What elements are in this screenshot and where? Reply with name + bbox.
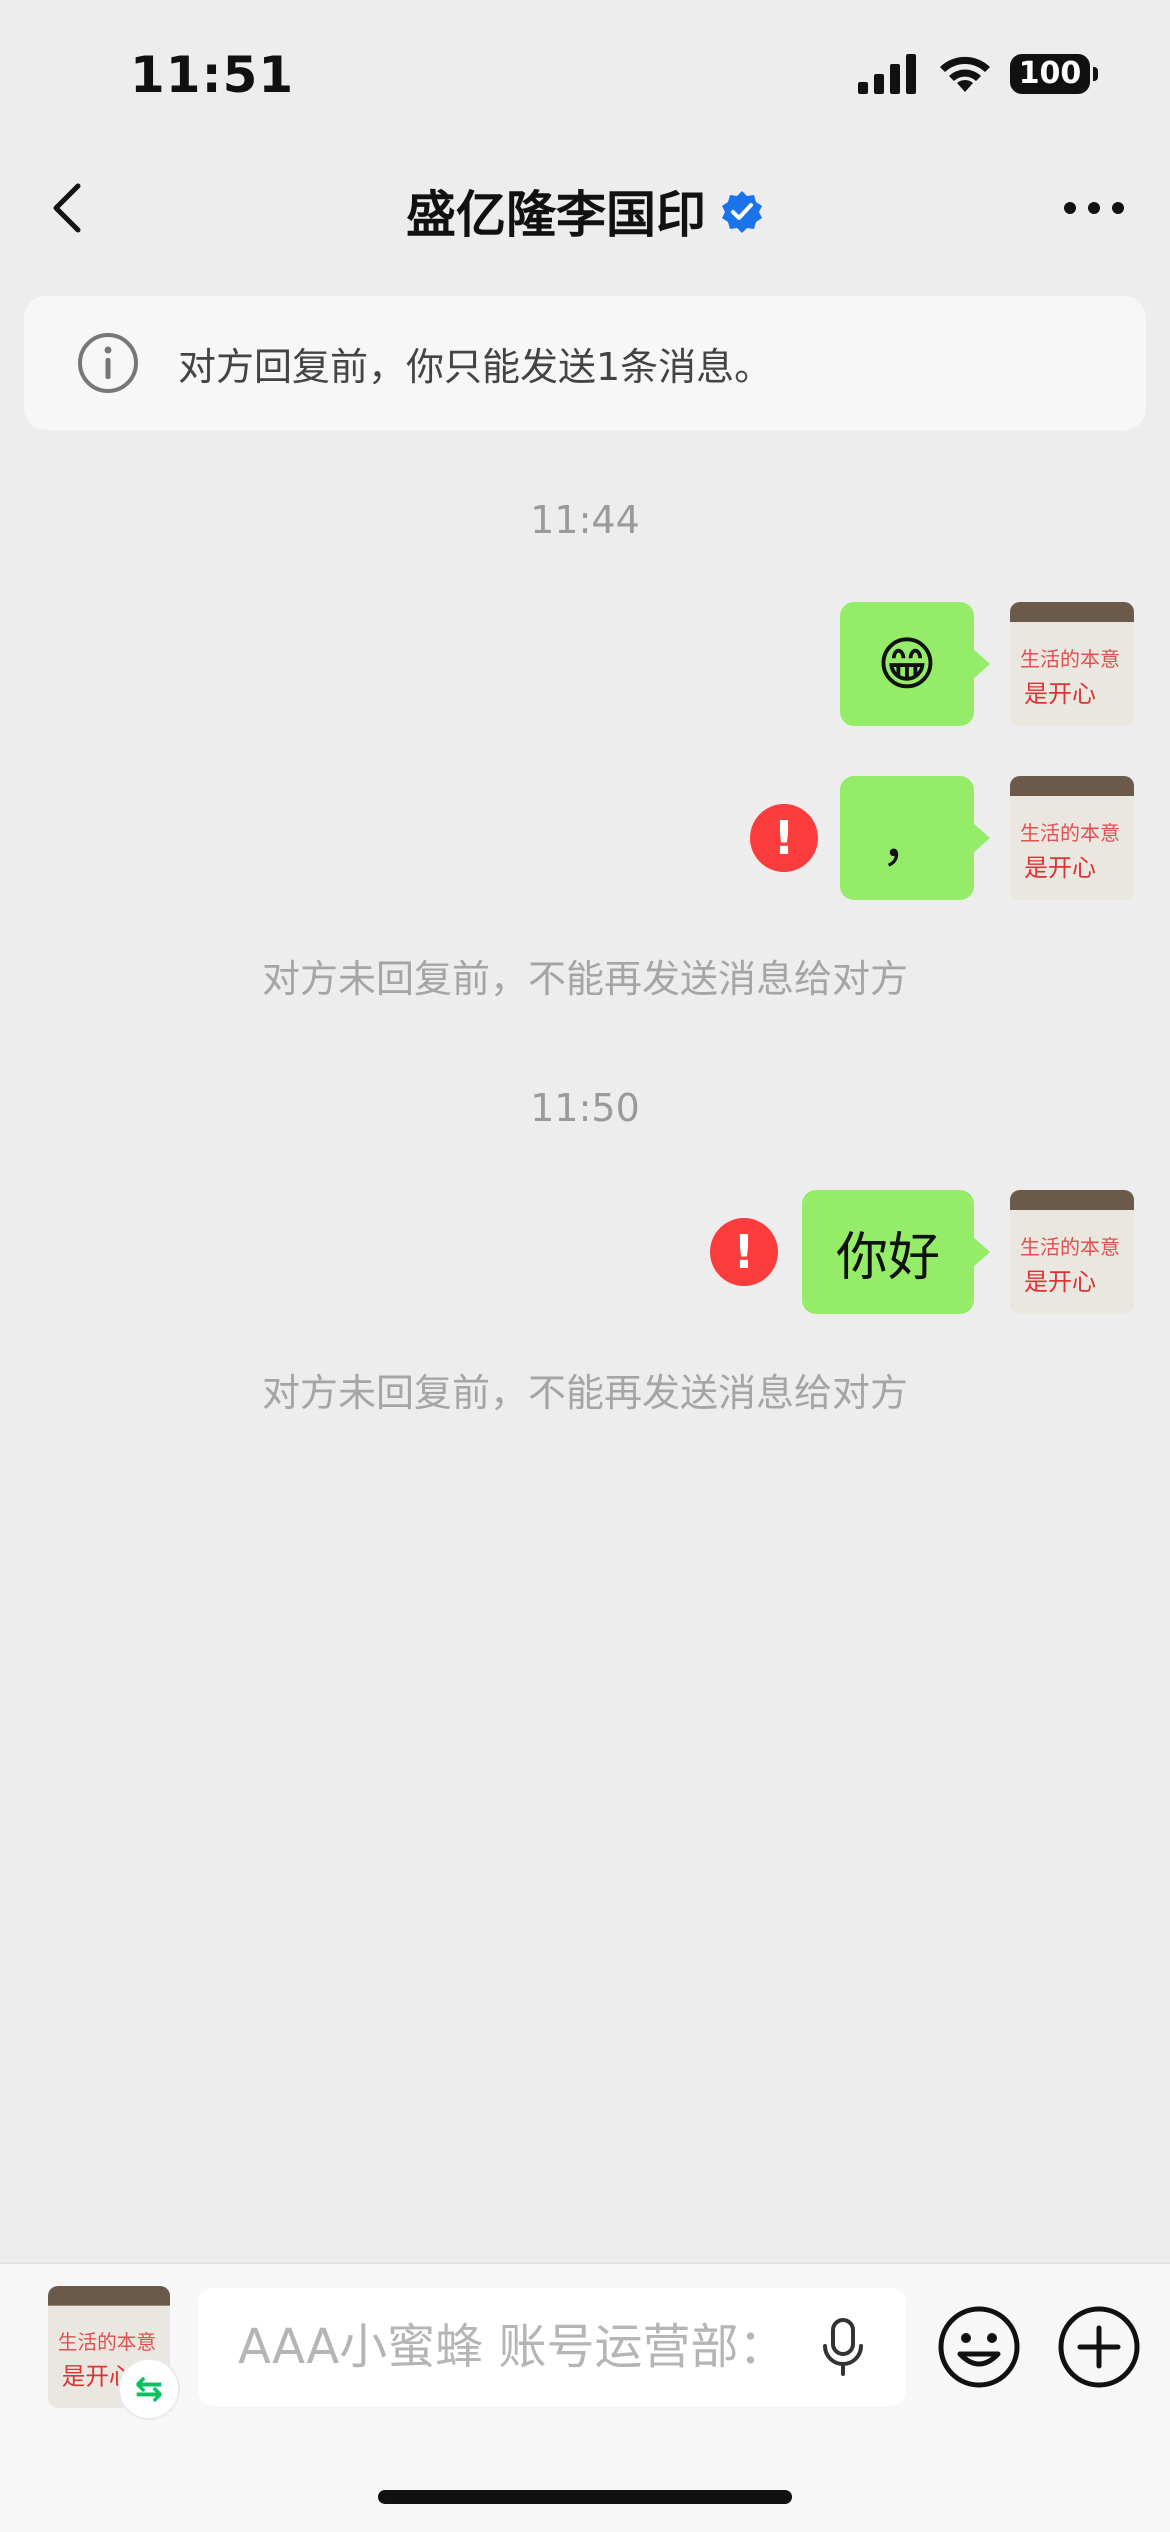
home-indicator[interactable] [378, 2490, 792, 2504]
emoji-icon[interactable] [936, 2304, 1022, 2390]
chat-title-group[interactable]: 盛亿隆李国印 [0, 175, 1170, 247]
avatar-image: 生活的本意 是开心 [1010, 776, 1134, 900]
my-avatar[interactable]: 生活的本意 是开心 [1010, 1190, 1134, 1314]
switch-glyph: ⇆ [134, 2369, 164, 2409]
signal-icon [858, 54, 916, 94]
svg-text:是开心: 是开心 [1024, 1268, 1096, 1296]
chat-nav-bar: 盛亿隆李国印 [0, 160, 1170, 250]
system-notice: 对方未回复前，不能再发送消息给对方 [261, 957, 908, 1001]
send-failed-icon[interactable]: ! [710, 1218, 778, 1286]
add-icon[interactable] [1056, 2304, 1142, 2390]
switch-account-icon[interactable]: ⇆ [120, 2360, 178, 2418]
more-options-icon[interactable] [1058, 178, 1130, 238]
battery-indicator: 100 [1010, 54, 1098, 94]
status-time: 11:51 [130, 46, 295, 104]
message-input-box[interactable] [198, 2288, 906, 2406]
microphone-icon[interactable] [820, 2318, 866, 2376]
chat-title: 盛亿隆李国印 [406, 186, 706, 244]
message-text: 你好 [835, 1227, 940, 1288]
verified-badge-icon [722, 191, 762, 233]
my-avatar[interactable]: 生活的本意 是开心 [1010, 602, 1134, 726]
message-timestamp: 11:44 [530, 498, 640, 542]
emoji-content: 😁 [876, 630, 938, 698]
status-icons: 100 [858, 54, 1098, 94]
info-icon [78, 333, 138, 393]
reply-limit-notice: 对方回复前，你只能发送1条消息。 [24, 296, 1146, 430]
send-failed-icon[interactable]: ! [750, 804, 818, 872]
svg-text:是开心: 是开心 [1024, 854, 1096, 882]
avatar-image: 生活的本意 是开心 [1010, 1190, 1134, 1314]
message-text: ， [880, 813, 933, 874]
avatar-image: 生活的本意 是开心 [1010, 602, 1134, 726]
svg-text:生活的本意: 生活的本意 [1020, 647, 1120, 671]
message-input[interactable] [238, 2319, 798, 2375]
send-failed-mark: ! [733, 1225, 755, 1279]
svg-text:生活的本意: 生活的本意 [1020, 1235, 1120, 1259]
system-notice: 对方未回复前，不能再发送消息给对方 [261, 1371, 908, 1415]
my-avatar[interactable]: 生活的本意 是开心 [1010, 776, 1134, 900]
message-bubble[interactable]: 你好 [802, 1190, 990, 1314]
svg-text:生活的本意: 生活的本意 [1020, 821, 1120, 845]
message-bubble-emoji[interactable]: 😁 [840, 602, 990, 726]
notice-text: 对方回复前，你只能发送1条消息。 [178, 344, 773, 389]
send-failed-mark: ! [773, 811, 795, 865]
wifi-icon [940, 56, 990, 92]
svg-text:生活的本意: 生活的本意 [58, 2331, 156, 2354]
chat-screen: 11:51 100 盛亿隆李国印 对方回复前，你只能发送1条消息。 11:44 … [0, 0, 1170, 2532]
message-bubble[interactable]: ， [840, 776, 990, 900]
message-timestamp: 11:50 [530, 1086, 640, 1130]
battery-level: 100 [1018, 56, 1082, 91]
svg-text:是开心: 是开心 [1024, 680, 1096, 708]
